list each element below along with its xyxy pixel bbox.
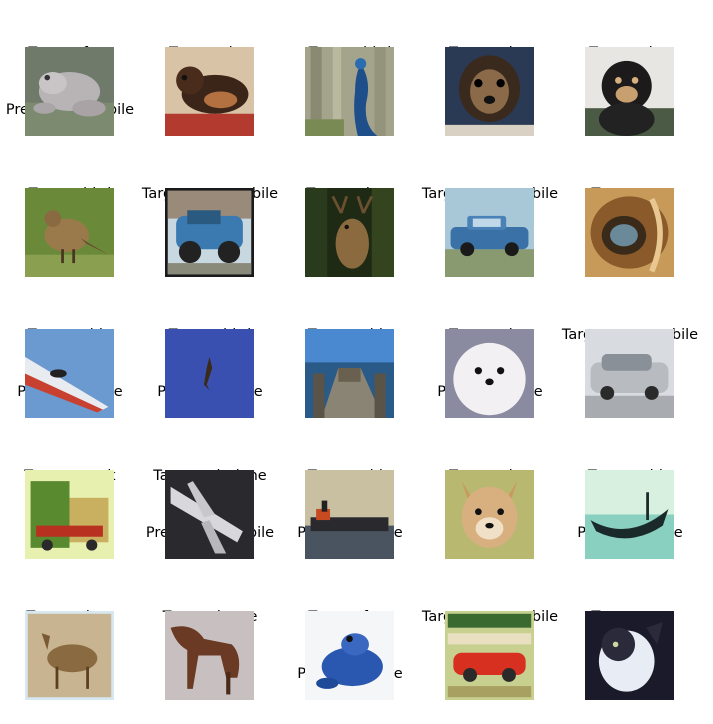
thumbnail-image — [165, 329, 254, 418]
thumbnail-image — [585, 611, 674, 700]
panel-dog: Target: dog Pred : cat — [420, 0, 560, 141]
panel-bird-in-sky: Target: bird Pred : airplane — [140, 282, 280, 423]
thumbnail-image — [585, 470, 674, 559]
panel-tanker: Target: ship Pred : airplane — [280, 423, 420, 564]
thumbnail-image — [305, 470, 394, 559]
thumbnail-image — [445, 188, 534, 277]
panel-dog: Target: dog Pred : frog — [140, 0, 280, 141]
thumbnail-image — [165, 188, 254, 277]
panel-horse: Target: horse Pred : dog — [140, 564, 280, 705]
thumbnail-image — [25, 611, 114, 700]
thumbnail-image — [165, 611, 254, 700]
thumbnail-image — [305, 188, 394, 277]
thumbnail-image — [305, 47, 394, 136]
thumbnail-image — [165, 470, 254, 559]
thumbnail-image — [445, 47, 534, 136]
thumbnail-image — [25, 188, 114, 277]
thumbnail-image — [25, 470, 114, 559]
panel-cat: Target: cat Pred : dog — [560, 141, 700, 282]
panel-frog: Target: frog Pred : automobile — [0, 0, 140, 141]
panel-bird: Target: bird Pred : frog — [0, 141, 140, 282]
thumbnail-image — [25, 329, 114, 418]
thumbnail-image — [585, 47, 674, 136]
panel-dog: Target: dog Pred : cat — [420, 423, 560, 564]
thumbnail-image — [165, 47, 254, 136]
thumbnail-image — [305, 611, 394, 700]
panel-magazine-car: Target: automobile Pred : frog — [420, 564, 560, 705]
thumbnail-image — [305, 329, 394, 418]
thumbnail-image — [585, 188, 674, 277]
panel-speedboat: Target: ship Pred : airplane — [0, 282, 140, 423]
panel-blue-car: Target: automobile Pred : truck — [420, 141, 560, 282]
thumbnail-image — [585, 329, 674, 418]
panel-airplane: Target: airplane Pred : automobile — [140, 423, 280, 564]
panel-cat: Target: cat Pred : horse — [560, 564, 700, 705]
thumbnail-image — [445, 470, 534, 559]
prediction-grid: Target: frog Pred : automobile Target: d… — [0, 0, 713, 724]
thumbnail-image — [445, 329, 534, 418]
panel-ship: Target: ship Pred : horse — [280, 282, 420, 423]
panel-white-dog: Target: dog Pred : airplane — [420, 282, 560, 423]
panel-truck: Target: truck Pred : frog — [0, 423, 140, 564]
panel-deer: Target: deer Pred : frog — [280, 141, 420, 282]
panel-deer: Target: deer Pred : frog — [0, 564, 140, 705]
panel-dog: Target: dog Pred : horse — [560, 0, 700, 141]
thumbnail-image — [25, 47, 114, 136]
thumbnail-image — [445, 611, 534, 700]
panel-gondola: Target: ship Pred : airplane — [560, 423, 700, 564]
panel-vintage-car: Target: automobile Pred : truck — [140, 141, 280, 282]
panel-silver-car: Target: automobile Pred : truck — [560, 282, 700, 423]
panel-peacock: Target: bird Pred : frog — [280, 0, 420, 141]
panel-blue-frog: Target: frog Pred : airplane — [280, 564, 420, 705]
